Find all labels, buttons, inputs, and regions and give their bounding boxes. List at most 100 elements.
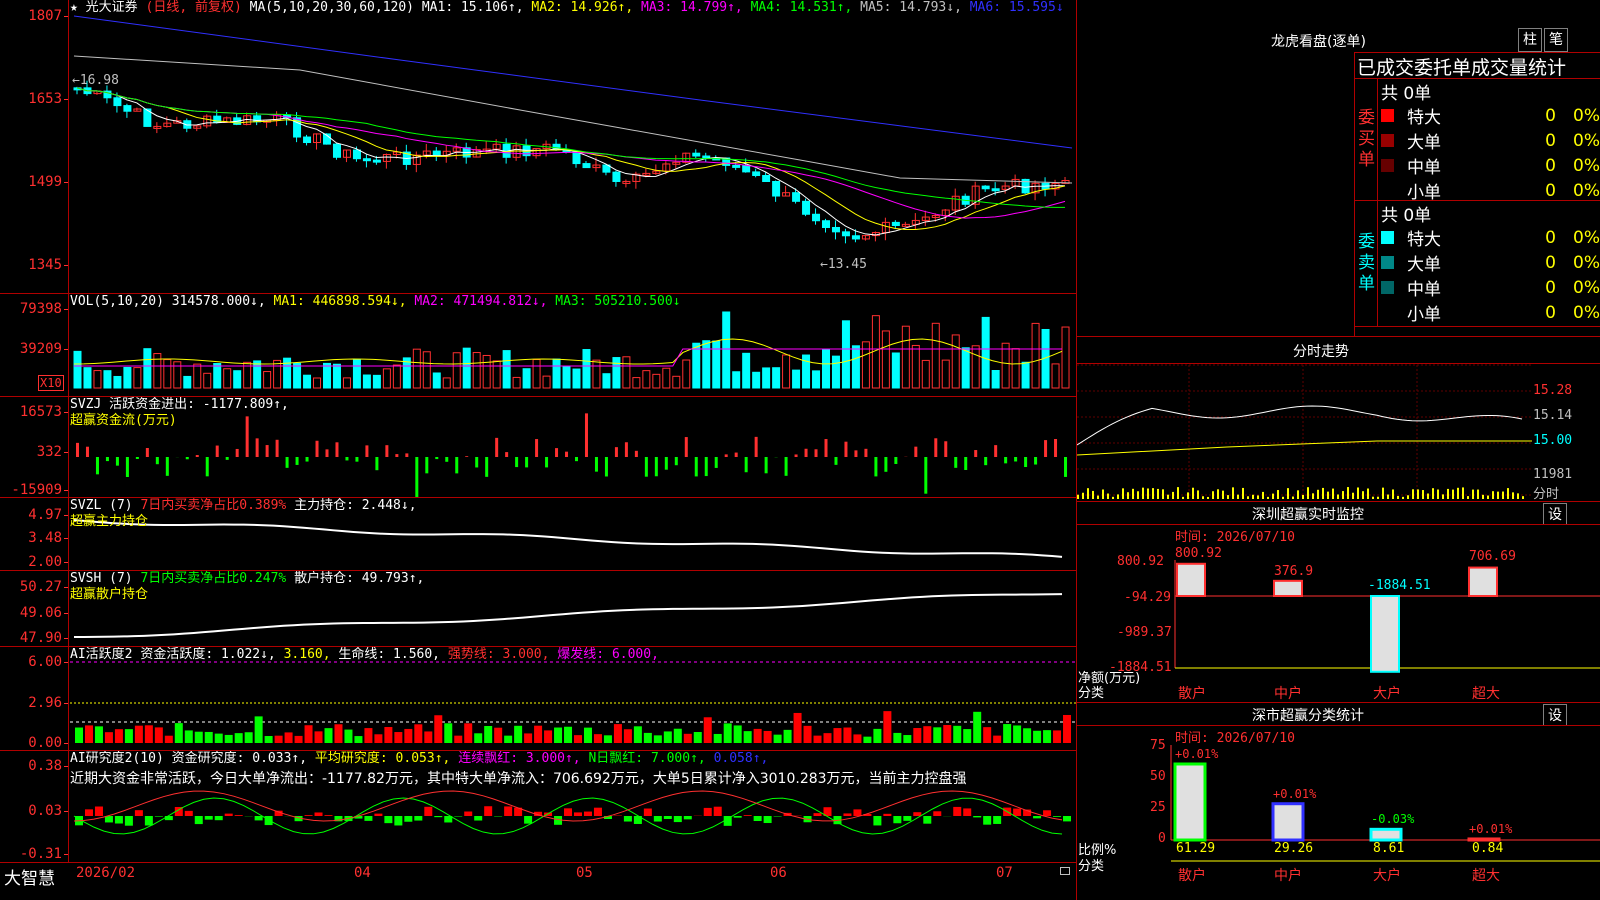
chart-mode: (日线, 前复权) — [145, 0, 242, 15]
volume-bar — [941, 359, 950, 389]
activity-bar — [953, 725, 962, 743]
intraday-vol-bar — [1517, 493, 1519, 499]
activity-bar — [294, 735, 303, 743]
candle-body — [822, 220, 830, 228]
money-flow-bar — [1004, 457, 1008, 464]
ai2-e: 0.058↑, — [713, 751, 769, 766]
research-bar — [1063, 816, 1072, 822]
volume-bar — [103, 370, 112, 389]
legend-swatch — [1381, 133, 1394, 147]
vol-value: 314578.000↓, — [171, 294, 266, 309]
research-bar — [304, 815, 313, 816]
money-flow-bar — [654, 457, 658, 477]
svzl-hold: 主力持仓: 2.448↓, — [294, 498, 417, 513]
money-flow-bar — [455, 457, 459, 474]
svzl-panel[interactable]: 4.97 3.48 2.00 SVZL (7) 7日内买卖净占比0.389% 主… — [0, 498, 1076, 570]
ai-research-chart[interactable] — [0, 751, 1076, 862]
activity-bar — [274, 735, 283, 743]
intraday-vol-bar — [1452, 489, 1454, 499]
intraday-vol-bar — [1477, 489, 1479, 499]
dragon-tiger-panel[interactable]: 龙虎看盘(逐单) 柱 笔 已成交委托单成交量统计 委买单 委卖单 共 0单 特大… — [1077, 0, 1600, 337]
intraday-vol-bar — [1322, 487, 1324, 499]
money-flow-bar — [624, 442, 628, 457]
svsh-ratio: 7日内买卖净占比0.247% — [140, 571, 287, 586]
volume-bar — [422, 351, 431, 389]
ai2-c: 连续飘红: 3.000↑, — [458, 751, 581, 766]
star-icon[interactable]: ★ — [70, 0, 78, 15]
sell-total: 共 0单 — [1381, 206, 1432, 226]
research-bar — [214, 816, 223, 821]
legend-swatch — [1381, 108, 1394, 122]
research-bar — [574, 812, 582, 816]
intraday-vol-bar — [1122, 488, 1124, 499]
money-flow-bar — [495, 437, 499, 457]
activity-bar — [424, 731, 433, 743]
intraday-vol-bar — [1267, 496, 1269, 499]
lock-icon[interactable] — [1060, 867, 1070, 875]
ai2-summary: 近期大资金非常活跃，今日大单净流出：-1177.82万元，其中特大单净流入：70… — [70, 771, 967, 787]
price-panel[interactable]: 1807 1653 1499 1345 ★ 光大证券 (日线, 前复权) MA(… — [0, 0, 1076, 293]
tick-view-button[interactable]: 笔 — [1544, 28, 1568, 52]
stock-name[interactable]: 光大证券 — [86, 0, 138, 15]
volume-bar — [442, 377, 451, 389]
intraday-vol-bar — [1387, 494, 1389, 499]
activity-bar — [264, 736, 273, 743]
money-flow-bar — [734, 452, 738, 457]
activity-bar — [793, 712, 802, 743]
intraday-panel[interactable]: 分时走势 15.28 15.14 15.00 11981 分时 — [1077, 337, 1600, 502]
ma3-value: MA3: 14.799↑, — [641, 0, 743, 15]
sz-cls-cat: 散户 — [1178, 868, 1206, 884]
research-bar — [853, 809, 862, 816]
volume-panel[interactable]: 79398 39209 X10 VOL(5,10,20) 314578.000↓… — [0, 294, 1076, 396]
ma2-value: MA2: 14.926↑, — [531, 0, 634, 15]
ma1-value: MA1: 15.106↑, — [421, 0, 524, 15]
candlestick-chart[interactable] — [0, 0, 1076, 293]
sz-mon-tick: -94.29 — [1124, 590, 1171, 605]
money-flow-bar — [485, 457, 489, 477]
activity-bar — [913, 728, 922, 743]
candle-body — [742, 165, 751, 173]
sz-class-panel[interactable]: 深市超赢分类统计 设 时间: 2026/07/10 75 50 25 0 比例%… — [1077, 703, 1600, 900]
ai-activity-panel[interactable]: 6.00 2.96 0.00 AI活跃度2 资金活跃度: 1.022↓, 3.1… — [0, 647, 1076, 750]
activity-bar — [1063, 714, 1072, 743]
intraday-vol-bar — [1337, 494, 1339, 499]
dragon-title: 龙虎看盘(逐单) — [1271, 34, 1366, 50]
ai2-legend: AI研究度2(10) 资金研究度: 0.033↑, 平均研究度: 0.053↑,… — [70, 751, 768, 767]
svsh-panel[interactable]: 50.27 49.06 47.90 SVSH (7) 7日内买卖净占比0.247… — [0, 571, 1076, 646]
volume-bar — [841, 320, 850, 389]
activity-bar — [1023, 728, 1032, 743]
volume-bar — [612, 357, 621, 389]
money-flow-bar — [1044, 440, 1048, 457]
intraday-vol-bar — [1112, 496, 1114, 499]
intraday-vol-bar — [1222, 490, 1224, 499]
sz-monitor-panel[interactable]: 深圳超赢实时监控 设 时间: 2026/07/10 800.92 -94.29 … — [1077, 502, 1600, 703]
legend-swatch — [1381, 255, 1394, 269]
money-flow-bar — [395, 454, 399, 457]
date-axis-bar[interactable]: 大智慧 2026/02 04 05 06 07 — [0, 863, 1076, 900]
candle-body — [123, 105, 132, 112]
activity-bar — [94, 726, 103, 743]
volume-bar — [1011, 348, 1020, 389]
vol-ma-line — [73, 338, 1063, 365]
svzj-panel[interactable]: 16573 332 -15909 SVZJ 活跃资金进出: -1177.809↑… — [0, 397, 1076, 497]
sz-cls-chg: +0.01% — [1175, 747, 1219, 761]
activity-bar — [394, 732, 403, 743]
money-flow-bar — [854, 450, 858, 457]
vol-ma-line — [74, 348, 1063, 367]
money-flow-bar — [335, 442, 339, 457]
volume-bar — [502, 350, 511, 389]
intraday-chart[interactable] — [1077, 337, 1600, 501]
buy-row: 特大 0 0% — [1381, 103, 1600, 128]
bar-view-button[interactable]: 柱 — [1518, 28, 1542, 52]
ai-research-panel[interactable]: 0.38 0.03 -0.31 AI研究度2(10) 资金研究度: 0.033↑… — [0, 751, 1076, 862]
volume-bar — [332, 363, 341, 389]
intraday-vol-bar — [1432, 488, 1434, 499]
ai2-label: AI研究度2(10) — [70, 751, 164, 766]
activity-bar — [983, 727, 992, 743]
svzj-sub: 超赢资金流(万元) — [70, 413, 177, 429]
candle-body — [113, 97, 122, 107]
intraday-vol-bar — [1197, 490, 1199, 499]
chart-area[interactable]: 1807 1653 1499 1345 ★ 光大证券 (日线, 前复权) MA(… — [0, 0, 1077, 900]
sz-cls-value: 8.61 — [1373, 841, 1405, 856]
money-flow-bar — [115, 457, 119, 466]
